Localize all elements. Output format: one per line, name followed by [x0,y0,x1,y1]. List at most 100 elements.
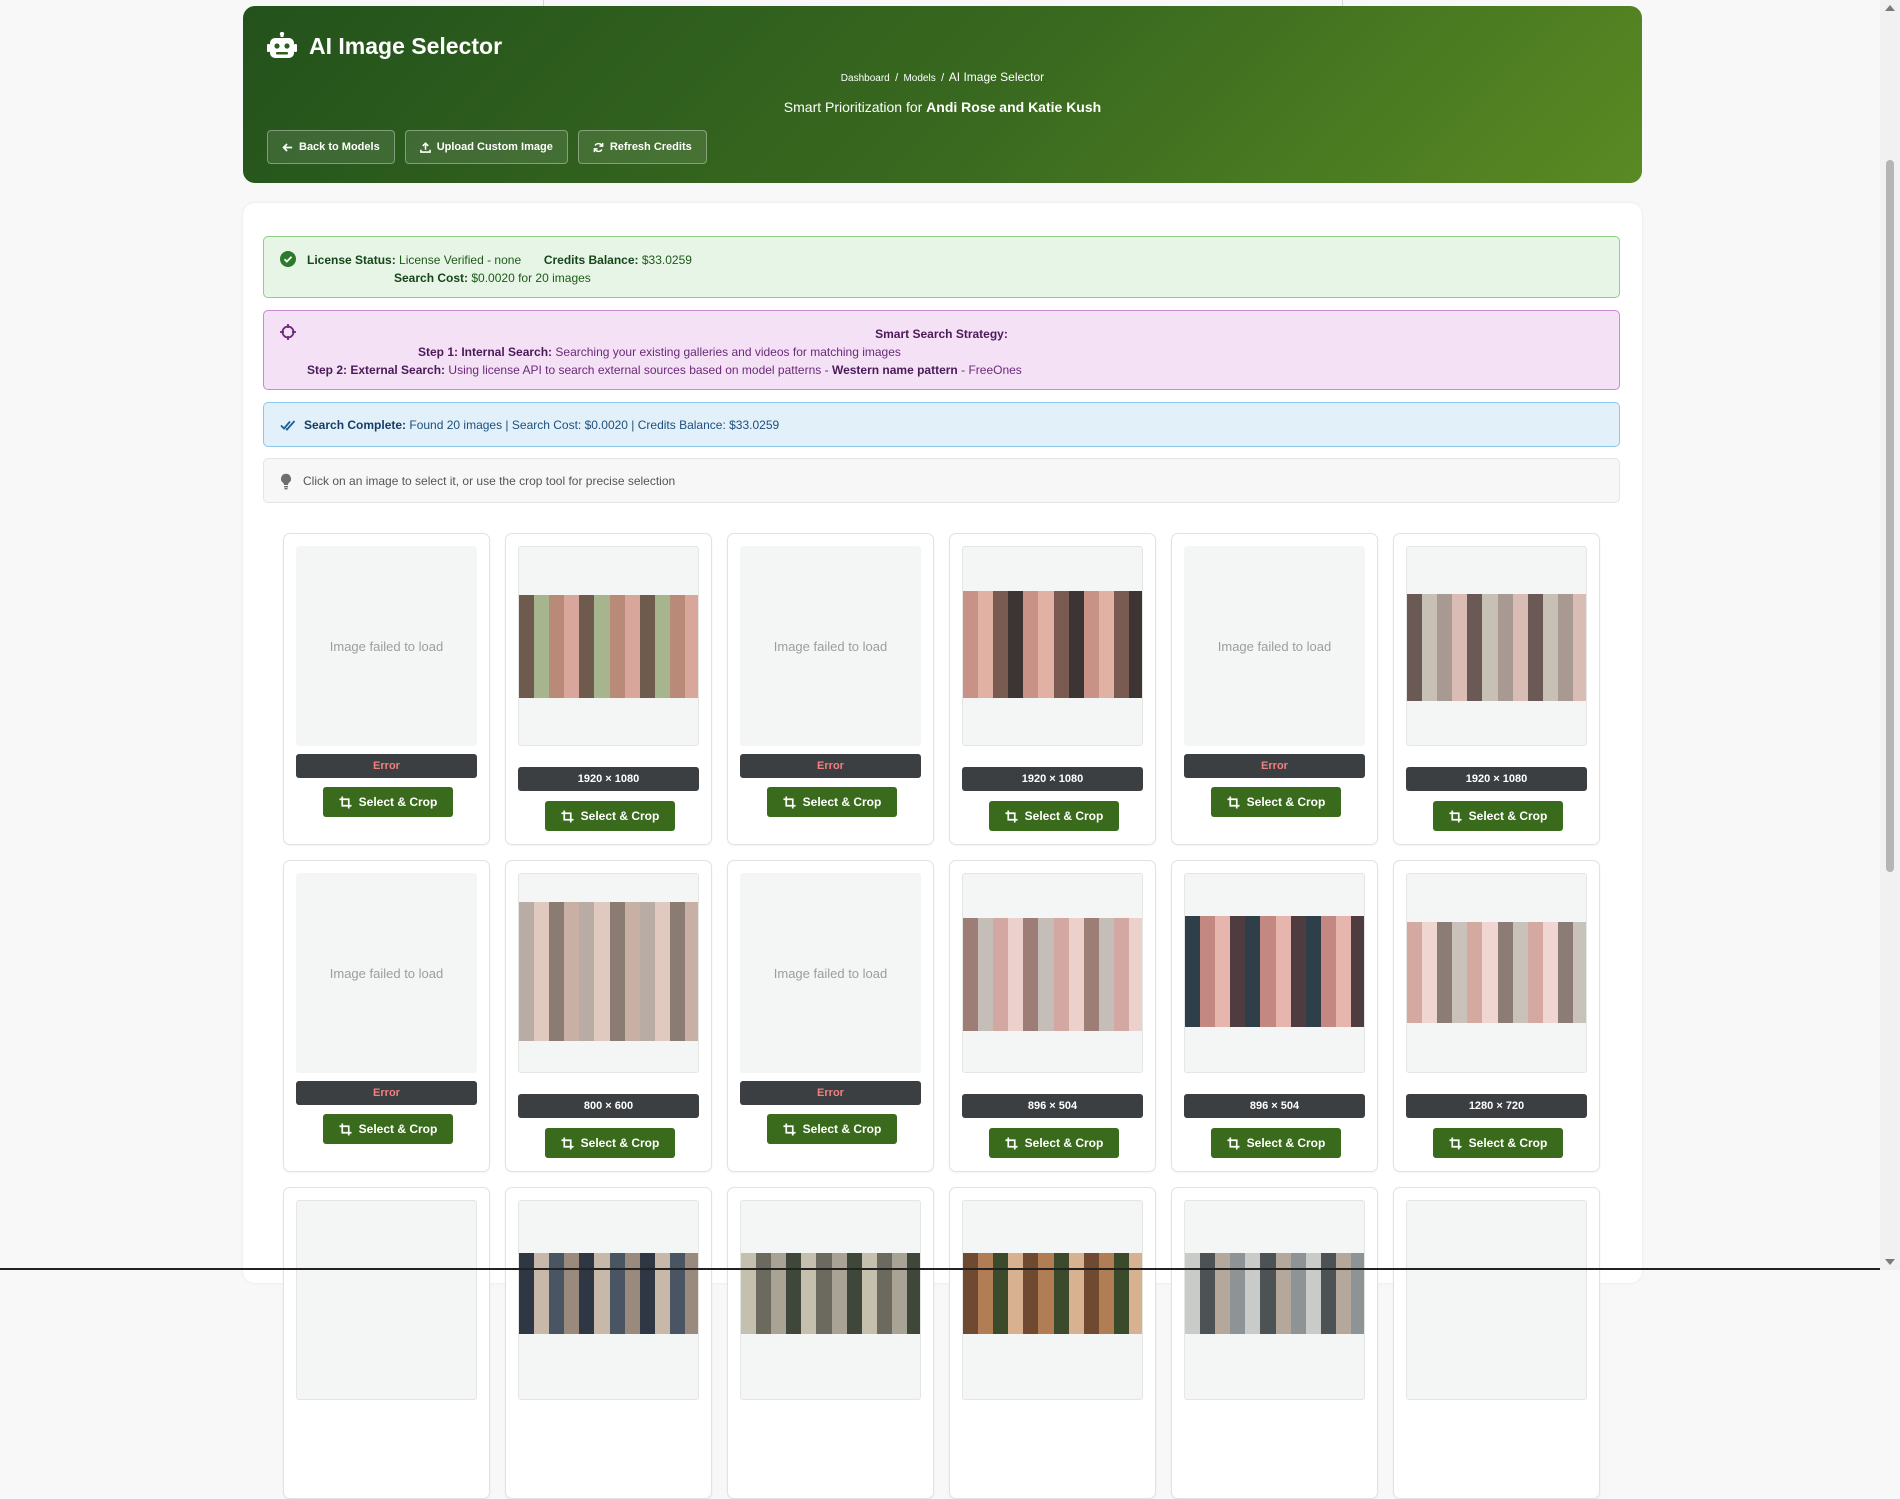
thumbnail-pixel [1053,1306,1070,1321]
scrollbar-thumb[interactable] [1886,160,1894,872]
thumbnail-pixel [564,1279,581,1294]
image-preview[interactable] [518,873,699,1073]
image-preview[interactable] [962,546,1143,746]
select-crop-button[interactable]: Select & Crop [1433,801,1563,831]
thumbnail-pixel [684,595,698,611]
image-card[interactable]: 1280 × 720 Select & Crop [1393,860,1600,1172]
image-card[interactable]: 800 × 600 Select & Crop [505,860,712,1172]
image-preview[interactable] [1406,1200,1587,1400]
image-card[interactable] [1171,1187,1378,1499]
thumbnail-pixel [327,1319,344,1334]
image-preview[interactable] [1406,546,1587,746]
image-preview[interactable]: Image failed to load [296,546,477,746]
image-card[interactable]: Image failed to load Error Select & Crop [727,860,934,1172]
thumbnail-pixel [1275,971,1292,986]
image-card[interactable]: 1920 × 1080 Select & Crop [949,533,1156,845]
thumbnail-pixel [1260,1319,1277,1334]
image-card[interactable]: Image failed to load Error Select & Crop [727,533,934,845]
select-crop-button[interactable]: Select & Crop [545,801,675,831]
image-preview[interactable] [962,873,1143,1073]
select-crop-button[interactable]: Select & Crop [1433,1128,1563,1158]
thumbnail-pixel [1572,979,1586,995]
image-card[interactable] [283,1187,490,1499]
select-crop-button[interactable]: Select & Crop [1211,1128,1341,1158]
image-preview[interactable]: Image failed to load [740,873,921,1073]
thumbnail-pixel [609,667,626,684]
thumbnail-pixel [1482,594,1499,609]
image-card[interactable]: 896 × 504 Select & Crop [949,860,1156,1172]
thumbnail-pixel [1128,604,1142,619]
select-crop-button[interactable]: Select & Crop [323,787,453,817]
select-crop-button[interactable]: Select & Crop [545,1128,675,1158]
image-preview[interactable] [296,1200,477,1400]
image-preview[interactable] [740,1200,921,1400]
thumbnail-pixel [654,998,671,1014]
image-preview[interactable] [1406,873,1587,1073]
breadcrumb-models[interactable]: Models [903,73,935,84]
scrollbar[interactable] [1880,0,1900,1270]
image-preview[interactable]: Image failed to load [740,546,921,746]
upload-custom-image-button[interactable]: Upload Custom Image [404,130,568,164]
thumbnail-pixel [1260,971,1277,986]
thumbnail-pixel [1467,950,1484,966]
thumbnail-pixel [579,1306,596,1321]
thumbnail-pixel [1572,594,1586,609]
image-preview[interactable] [518,546,699,746]
select-crop-button[interactable]: Select & Crop [767,787,897,817]
image-card[interactable]: 1920 × 1080 Select & Crop [505,533,712,845]
thumbnail-pixel [1482,607,1499,622]
header-subtitle: Smart Prioritization for Andi Rose and K… [243,99,1642,115]
select-crop-button[interactable]: Select & Crop [767,1114,897,1144]
thumbnail-pixel [402,1253,419,1268]
thumbnail-pixel [432,1319,449,1334]
scroll-down-arrow[interactable] [1885,1259,1895,1265]
select-crop-button[interactable]: Select & Crop [989,801,1119,831]
select-crop-button[interactable]: Select & Crop [323,1114,453,1144]
thumbnail-pixel [519,595,536,611]
error-badge: Error [740,754,921,778]
breadcrumb-dashboard[interactable]: Dashboard [841,73,890,84]
image-card[interactable] [949,1187,1156,1499]
thumbnail-pixel [1572,607,1586,622]
image-preview[interactable] [518,1200,699,1400]
image-thumbnail [1407,1253,1586,1334]
thumbnail-pixel [684,929,698,945]
thumbnail-pixel [1467,594,1484,609]
dimensions-badge: 800 × 600 [518,1094,699,1118]
thumbnail-pixel [1512,607,1529,622]
thumbnail-pixel [654,667,671,684]
thumbnail-pixel [639,1293,656,1308]
thumbnail-pixel [786,1279,803,1294]
image-preview[interactable] [962,1200,1143,1400]
thumbnail-pixel [1542,964,1559,981]
image-preview[interactable]: Image failed to load [1184,546,1365,746]
image-card[interactable]: Image failed to load Error Select & Crop [283,533,490,845]
image-preview[interactable]: Image failed to load [296,873,477,1073]
thumbnail-pixel [1230,971,1247,986]
thumbnail-pixel [876,1293,893,1308]
thumbnail-pixel [1320,957,1337,972]
thumbnail-pixel [609,971,626,986]
select-crop-button[interactable]: Select & Crop [1211,787,1341,817]
thumbnail-pixel [978,974,995,989]
image-card[interactable] [727,1187,934,1499]
back-to-models-button[interactable]: Back to Models [267,130,395,164]
thumbnail-pixel [1053,1293,1070,1308]
image-card[interactable] [505,1187,712,1499]
select-crop-button[interactable]: Select & Crop [989,1128,1119,1158]
thumbnail-pixel [624,1293,641,1308]
scroll-up-arrow[interactable] [1885,5,1895,11]
image-card[interactable]: 896 × 504 Select & Crop [1171,860,1378,1172]
image-card[interactable]: 1920 × 1080 Select & Crop [1393,533,1600,845]
thumbnail-pixel [1527,950,1544,966]
image-preview[interactable] [1184,1200,1365,1400]
dimensions-badge: 896 × 504 [1184,1094,1365,1118]
thumbnail-pixel [1230,1253,1247,1268]
image-card[interactable]: Image failed to load Error Select & Crop [1171,533,1378,845]
image-card[interactable] [1393,1187,1600,1499]
thumbnail-pixel [624,1306,641,1321]
image-card[interactable]: Image failed to load Error Select & Crop [283,860,490,1172]
thumbnail-pixel [549,984,566,1000]
refresh-credits-button[interactable]: Refresh Credits [577,130,707,164]
image-preview[interactable] [1184,873,1365,1073]
